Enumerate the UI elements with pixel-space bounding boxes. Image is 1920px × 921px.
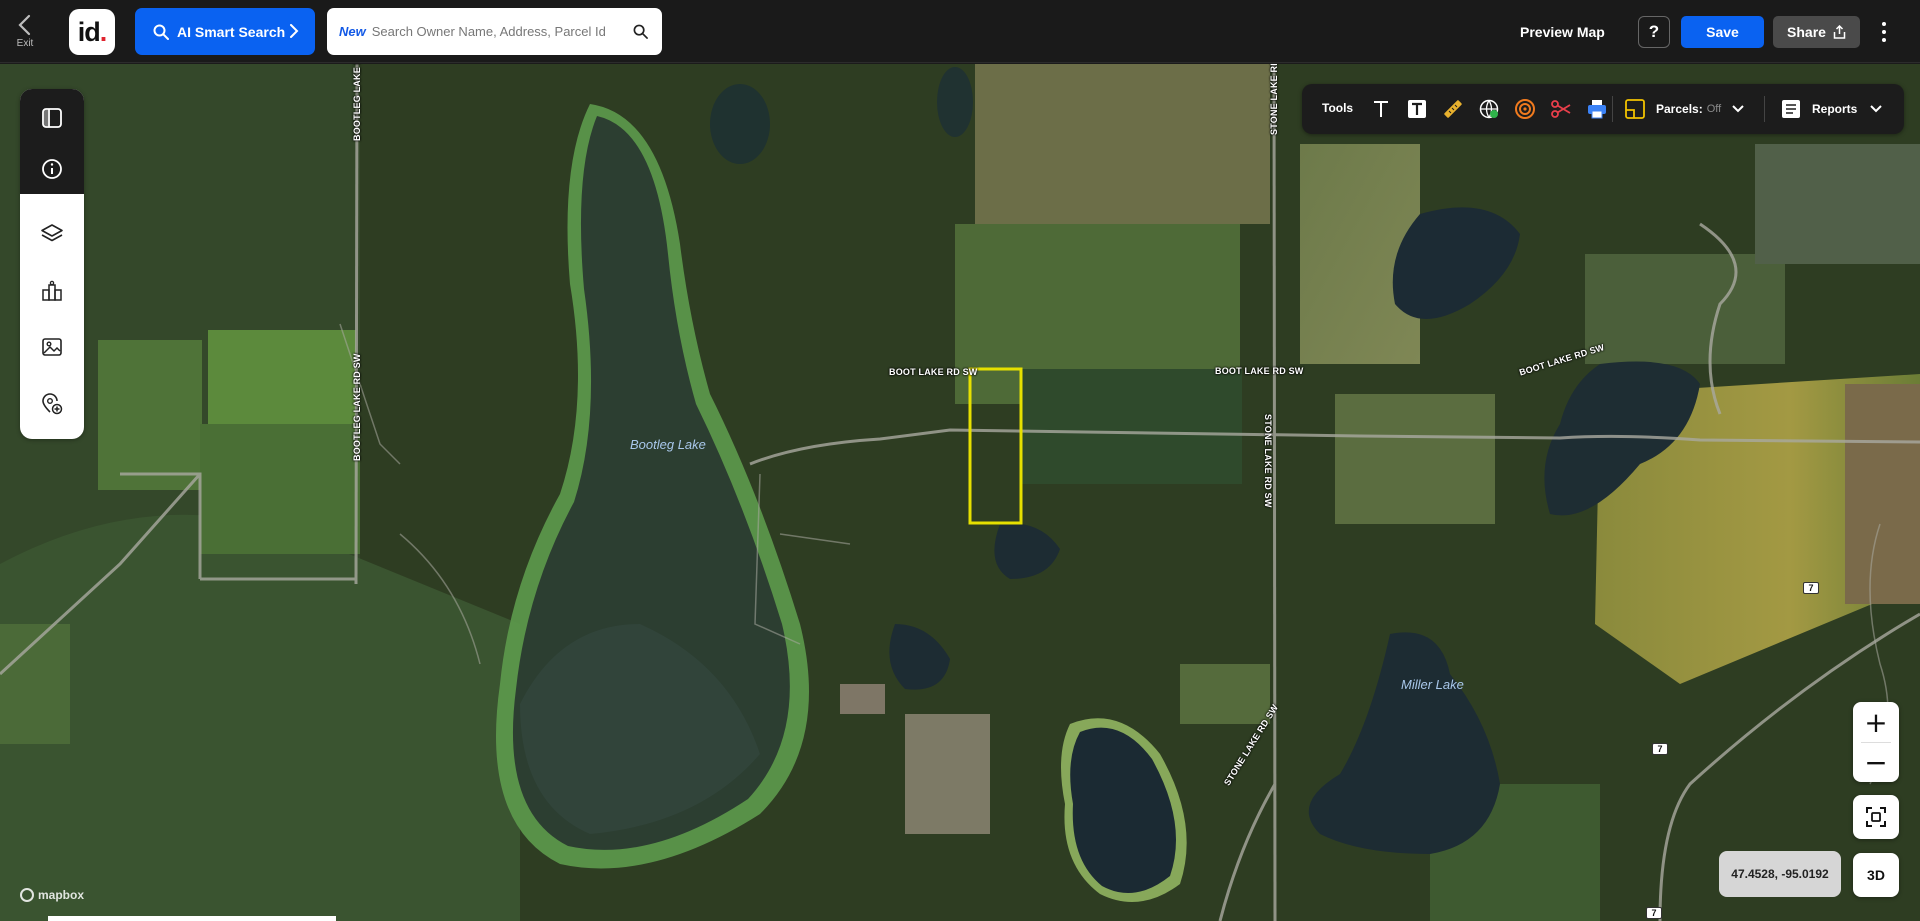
reports-label: Reports [1812,102,1858,116]
satellite-imagery [0,64,1920,921]
layers-button[interactable] [20,208,84,260]
logo-text: id [77,16,101,47]
search-icon [153,24,169,40]
road-label-boot-mid: BOOT LAKE RD SW [1215,366,1304,376]
top-bar: Exit id. AI Smart Search New Preview Map… [0,0,1920,63]
image-icon [42,338,62,356]
tools-label: Tools [1322,101,1354,115]
share-label: Share [1787,24,1826,40]
exit-label: Exit [16,38,34,49]
text-box-tool[interactable] [1405,97,1429,121]
toolbar-divider [1764,96,1765,122]
mapbox-logo-icon [20,888,34,902]
scale-bar [48,916,336,921]
ai-smart-search-button[interactable]: AI Smart Search [135,8,315,55]
road-label-stone-mid: STONE LAKE RD SW [1263,414,1273,508]
ruler-icon [1444,100,1462,118]
print-tool[interactable] [1585,97,1609,121]
parcels-state: Off [1706,103,1722,115]
mapbox-attribution[interactable]: mapbox [20,888,84,902]
toolbar-divider [1612,96,1613,122]
save-button[interactable]: Save [1681,16,1764,48]
route-shield: 7 [1652,743,1668,755]
split-tool[interactable] [1549,97,1573,121]
help-button[interactable]: ? [1638,16,1670,48]
info-button[interactable] [20,143,84,195]
info-icon [42,159,62,179]
route-shield: 7 [1803,582,1819,594]
preview-map-button[interactable]: Preview Map [1520,17,1605,47]
water-label-bootleg-lake: Bootleg Lake [630,437,706,452]
map-canvas[interactable]: BOOTLEG LAKE RD SW BOOTLEG LAKE RD SW ST… [0,64,1920,921]
reports-menu[interactable]: Reports [1780,97,1883,121]
globe-tool[interactable] [1477,97,1501,121]
water-label-miller-lake: Miller Lake [1401,677,1464,692]
search-box: New [327,8,662,55]
road-label-bootleg-south: BOOTLEG LAKE RD SW [352,353,362,461]
route-shield: 7 [1646,907,1662,919]
fit-bounds-button[interactable] [1853,795,1899,839]
panel-toggle-button[interactable] [20,92,84,144]
road-label-boot-west: BOOT LAKE RD SW [889,367,978,377]
tools-bar: Tools Parcels: Off Reports [1302,84,1904,134]
more-menu-icon[interactable] [1876,18,1892,46]
buildings-button[interactable] [20,265,84,317]
text-box-icon [1408,100,1426,118]
text-tool[interactable] [1369,97,1393,121]
chevron-down-icon [1732,105,1744,113]
radius-tool[interactable] [1513,97,1537,121]
chevron-left-icon [18,14,31,36]
parcels-label: Parcels: [1656,102,1703,116]
zoom-out-button[interactable]: − [1853,742,1899,782]
road-label-stone-north: STONE LAKE RD [1269,64,1279,135]
chevron-right-icon [290,24,299,38]
zoom-in-button[interactable]: + [1853,702,1899,742]
target-icon [1515,99,1535,119]
logo-dot: . [99,16,107,47]
share-icon [1833,25,1846,39]
new-badge: New [339,24,366,39]
zoom-controls: + − [1853,702,1899,782]
add-location-button[interactable] [20,378,84,430]
3d-toggle-button[interactable]: 3D [1853,853,1899,897]
app-logo[interactable]: id. [69,9,115,55]
globe-icon [1479,99,1499,119]
buildings-icon [42,280,62,301]
parcels-toggle[interactable]: Parcels: Off [1624,97,1745,121]
print-icon [1588,100,1606,119]
exit-button[interactable]: Exit [0,0,50,63]
road-label-bootleg-north: BOOTLEG LAKE RD SW [352,64,362,141]
scissors-icon [1551,100,1571,118]
chevron-down-icon [1870,105,1883,113]
focus-frame-icon [1866,807,1886,827]
imagery-button[interactable] [20,321,84,373]
left-toolbar [20,89,84,439]
panel-toggle-icon [42,108,62,128]
mapbox-label: mapbox [38,888,85,902]
share-button[interactable]: Share [1773,16,1860,48]
measure-tool[interactable] [1441,97,1465,121]
parcel-icon [1625,99,1645,119]
layers-icon [41,224,63,242]
search-icon[interactable] [633,24,648,39]
report-icon [1782,100,1800,118]
ai-smart-search-label: AI Smart Search [177,23,286,40]
text-icon [1374,101,1388,117]
coordinates-readout: 47.4528, -95.0192 [1719,851,1841,897]
search-input[interactable] [371,24,632,39]
add-location-icon [42,393,63,415]
